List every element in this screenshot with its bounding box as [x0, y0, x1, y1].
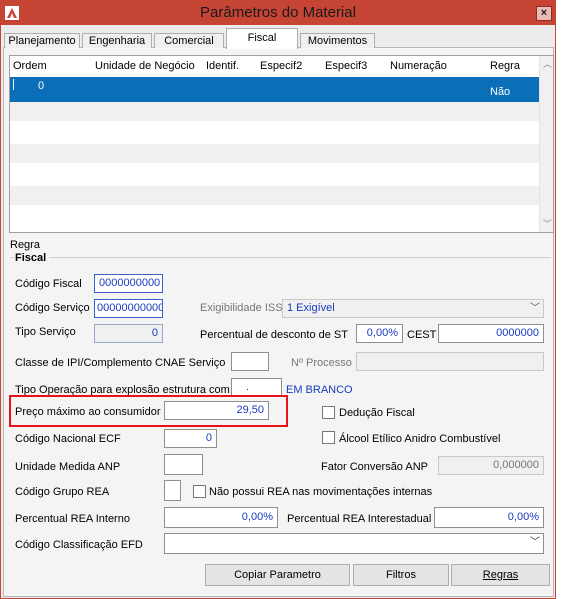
- fator-conversao-anp-label: Fator Conversão ANP: [321, 461, 428, 473]
- tab-movimentos[interactable]: Movimentos: [300, 33, 375, 48]
- tipo-servico-label: Tipo Serviço: [15, 326, 76, 338]
- regras-button[interactable]: Regras: [451, 564, 550, 586]
- cest-label: CEST: [407, 329, 437, 341]
- tipo-operacao-value: .: [246, 381, 250, 393]
- exigibilidade-iss-label: Exigibilidade ISS: [200, 302, 283, 314]
- row-indicator: [13, 79, 14, 90]
- grid-vertical-scrollbar[interactable]: ︿ ﹀: [539, 56, 553, 232]
- codigo-fiscal-label: Código Fiscal: [15, 278, 82, 290]
- column-header-identif[interactable]: Identif.: [206, 56, 240, 77]
- column-header-unidade[interactable]: Unidade de Negócio: [95, 56, 195, 77]
- codigo-servico-label: Código Serviço: [15, 302, 90, 314]
- column-header-regra[interactable]: Regra: [490, 56, 520, 77]
- codigo-classificacao-efd-select[interactable]: ﹀: [164, 533, 544, 554]
- percentual-rea-interestadual-input[interactable]: 0,00%: [434, 507, 544, 528]
- parametros-window: Parâmetros do Material × Planejamento En…: [0, 0, 556, 599]
- window-title: Parâmetros do Material: [200, 4, 356, 21]
- codigo-fiscal-input[interactable]: 0000000000: [94, 274, 163, 293]
- codigo-classificacao-efd-label: Código Classificação EFD: [15, 539, 143, 551]
- filtros-button[interactable]: Filtros: [353, 564, 449, 586]
- percentual-desconto-st-input[interactable]: 0,00%: [356, 324, 403, 343]
- title-bar[interactable]: Parâmetros do Material ×: [1, 1, 555, 25]
- alcool-etilico-label: Álcool Etílico Anidro Combustível: [339, 433, 501, 445]
- table-row[interactable]: [10, 207, 539, 232]
- codigo-servico-input[interactable]: 00000000000: [94, 299, 163, 318]
- preco-maximo-label: Preço máximo ao consumidor: [15, 406, 161, 418]
- cell-regra: Não: [490, 86, 511, 98]
- column-header-ordem[interactable]: Ordem: [13, 56, 47, 77]
- section-divider: [10, 257, 551, 258]
- table-row[interactable]: [10, 144, 539, 164]
- deducao-fiscal-checkbox[interactable]: [322, 406, 335, 419]
- scroll-up-icon[interactable]: ︿: [540, 56, 553, 72]
- classe-ipi-input[interactable]: [231, 352, 269, 371]
- column-header-numeracao[interactable]: Numeração: [390, 56, 447, 77]
- copiar-parametro-button[interactable]: Copiar Parametro: [205, 564, 350, 586]
- percentual-rea-interestadual-label: Percentual REA Interestadual: [287, 513, 432, 525]
- scroll-down-icon[interactable]: ﹀: [540, 216, 553, 232]
- column-header-especif2[interactable]: Especif2: [260, 56, 303, 77]
- table-row[interactable]: [10, 123, 539, 143]
- fiscal-section-title: Fiscal: [15, 251, 50, 265]
- tipo-operacao-status: EM BRANCO: [286, 384, 353, 396]
- codigo-nacional-ecf-input[interactable]: 0: [164, 429, 217, 448]
- chevron-down-icon: ﹀: [530, 537, 540, 548]
- cest-input[interactable]: 0000000: [438, 324, 544, 343]
- chevron-down-icon: ﹀: [530, 303, 540, 314]
- column-header-especif3[interactable]: Especif3: [325, 56, 368, 77]
- unidade-medida-anp-label: Unidade Medida ANP: [15, 461, 121, 473]
- cell-ordem: 0: [38, 80, 45, 92]
- table-row[interactable]: [10, 186, 539, 206]
- deducao-fiscal-label: Dedução Fiscal: [339, 407, 415, 419]
- exigibilidade-iss-value: 1 Exigível: [287, 302, 335, 314]
- tipo-servico-input[interactable]: 0: [94, 324, 163, 343]
- codigo-grupo-rea-label: Código Grupo REA: [15, 486, 110, 498]
- preco-maximo-input[interactable]: 29,50: [164, 401, 269, 420]
- close-button[interactable]: ×: [536, 6, 552, 21]
- tab-planejamento[interactable]: Planejamento: [4, 33, 80, 48]
- classe-ipi-label: Classe de IPI/Complemento CNAE Serviço: [15, 357, 226, 369]
- regras-grid[interactable]: Ordem Unidade de Negócio Identif. Especi…: [9, 55, 554, 233]
- percentual-desconto-st-label: Percentual de desconto de ST: [200, 329, 348, 341]
- tab-strip: Planejamento Engenharia Comercial Fiscal…: [3, 28, 553, 49]
- percentual-rea-interno-label: Percentual REA Interno: [15, 513, 130, 525]
- percentual-rea-interno-input[interactable]: 0,00%: [164, 507, 278, 528]
- fator-conversao-anp-input[interactable]: 0,000000: [438, 456, 544, 475]
- alcool-etilico-checkbox[interactable]: [322, 431, 335, 444]
- tab-fiscal[interactable]: Fiscal: [226, 28, 298, 49]
- tab-engenharia[interactable]: Engenharia: [82, 33, 152, 48]
- n-processo-label: Nº Processo: [291, 357, 352, 369]
- table-row[interactable]: [10, 165, 539, 185]
- unidade-medida-anp-input[interactable]: [164, 454, 203, 475]
- exigibilidade-iss-select[interactable]: 1 Exigível ﹀: [282, 299, 544, 318]
- codigo-grupo-rea-input[interactable]: [164, 480, 181, 501]
- table-row[interactable]: [10, 102, 539, 122]
- nao-possui-rea-checkbox[interactable]: [193, 485, 206, 498]
- table-row-selected[interactable]: 0 Não: [10, 77, 539, 102]
- n-processo-input[interactable]: [356, 352, 544, 371]
- regra-label: Regra: [10, 239, 40, 251]
- nao-possui-rea-label: Não possui REA nas movimentações interna…: [209, 486, 433, 498]
- tab-comercial[interactable]: Comercial: [154, 33, 224, 48]
- codigo-nacional-ecf-label: Código Nacional ECF: [15, 433, 121, 445]
